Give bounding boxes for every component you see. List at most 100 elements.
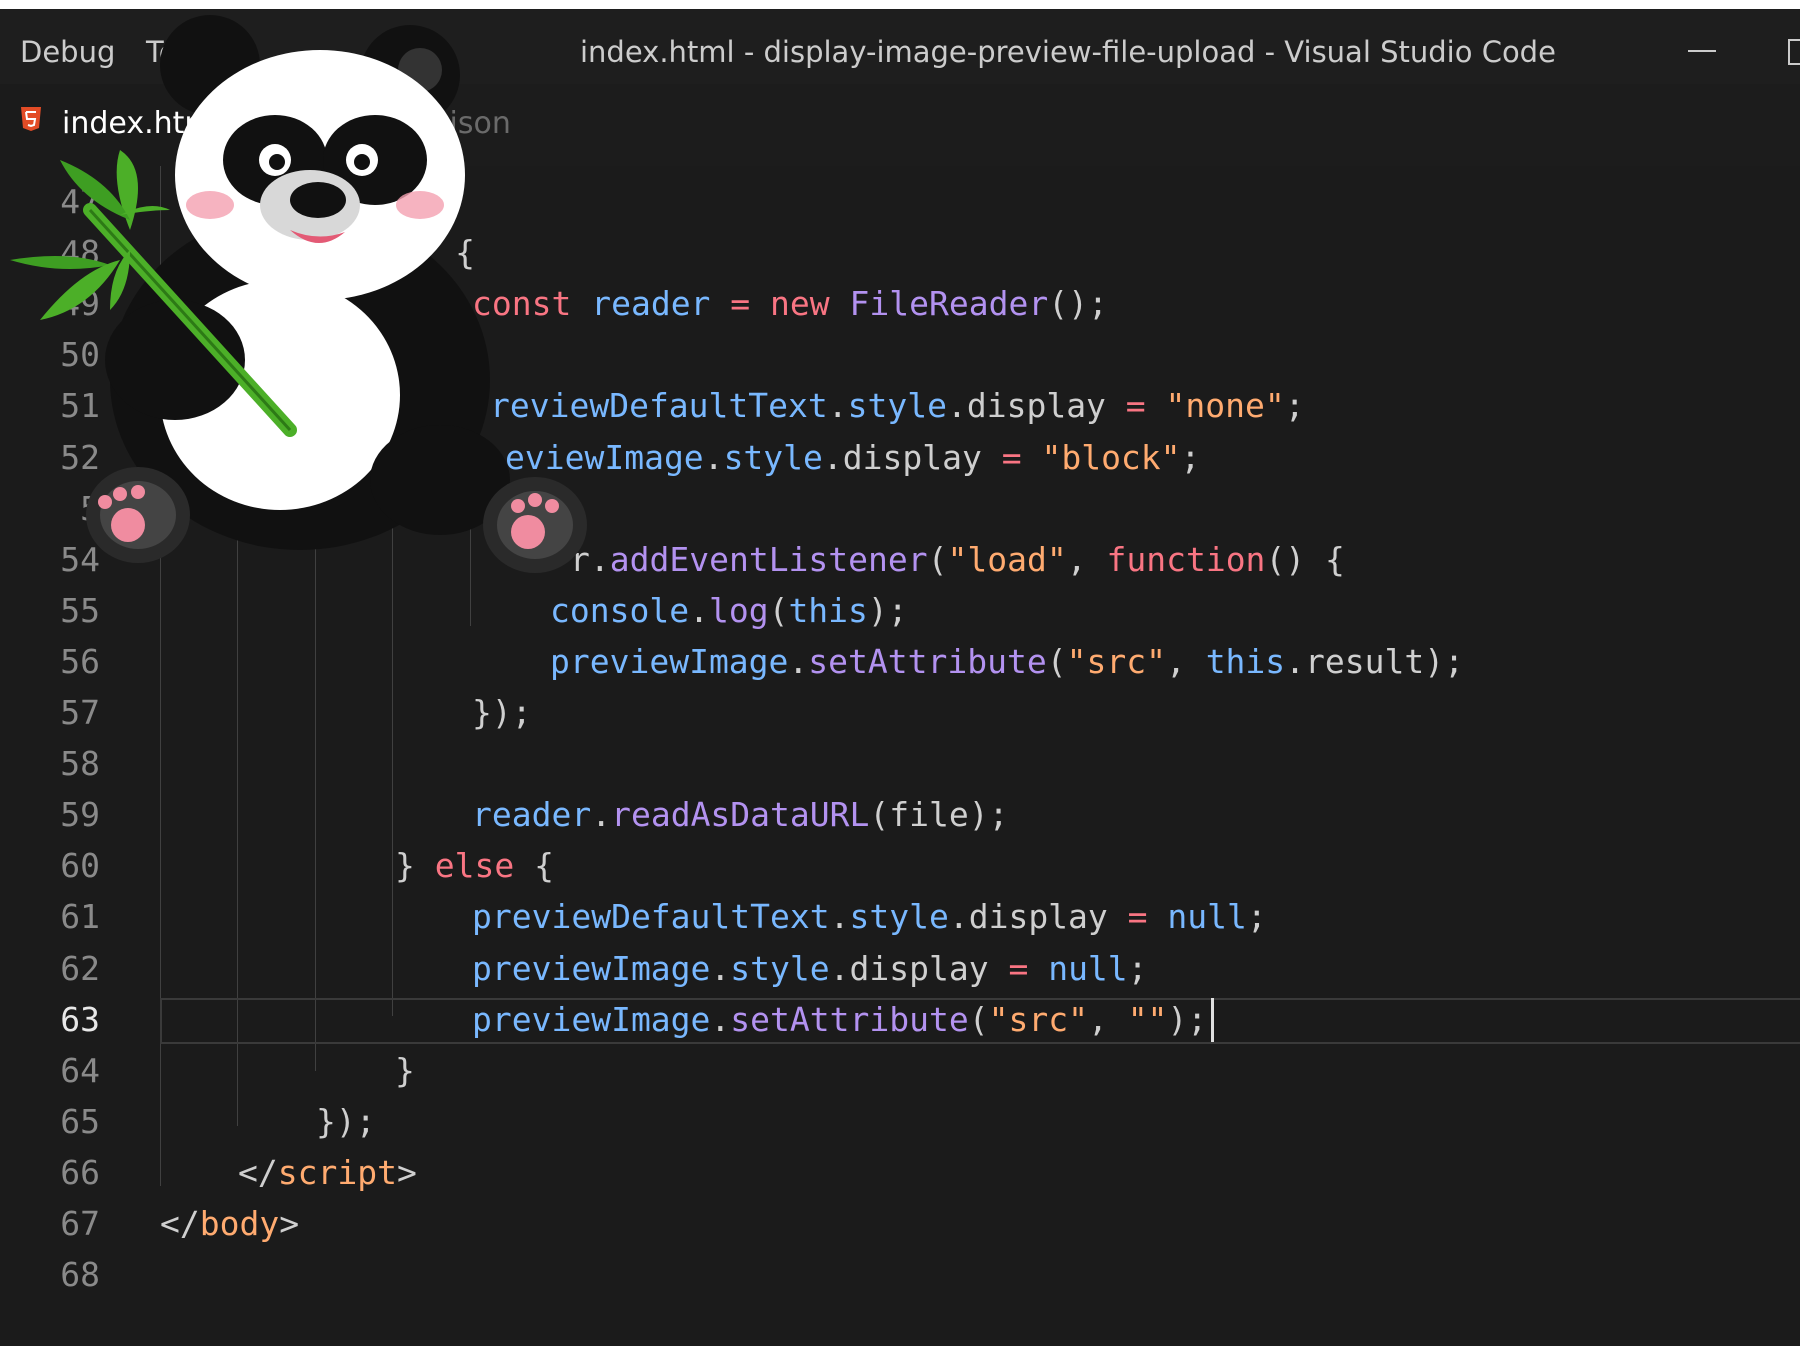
line-number: 66 (60, 1152, 100, 1192)
line-number: 68 (60, 1255, 100, 1295)
code-token: ; (1284, 386, 1305, 426)
code-token: "block" (1021, 437, 1181, 477)
code-token: body (199, 1204, 280, 1243)
code-token: this (1205, 641, 1286, 681)
code-token: }); (472, 693, 532, 732)
code-token: , (1087, 999, 1128, 1039)
line-number: 61 (60, 897, 100, 937)
code-token: . (710, 948, 731, 988)
code-token: . (703, 437, 724, 477)
code-token: style (723, 437, 823, 477)
code-token: , (1066, 539, 1107, 579)
code-token: ( (768, 590, 789, 630)
code-token: , (1165, 641, 1206, 681)
code-token: reader (591, 284, 711, 324)
code-token: previewImage (472, 999, 711, 1039)
screen-top-edge (0, 0, 1800, 9)
code-token: new (770, 284, 850, 324)
code-token: "none" (1145, 386, 1285, 426)
code-token: "src" (1066, 641, 1166, 681)
code-token: (file); (869, 795, 1009, 835)
code-token: } (395, 846, 435, 886)
code-token: > (279, 1204, 300, 1243)
code-token: = (1001, 437, 1022, 477)
code-token: .display (829, 948, 1009, 988)
code-token: } (395, 1050, 415, 1090)
code-token: .display (946, 386, 1126, 426)
code-line: } (395, 1045, 415, 1096)
code-token: .result); (1285, 641, 1464, 681)
code-token: function (1106, 539, 1266, 579)
code-token: ); (1167, 999, 1208, 1039)
code-token: "load" (947, 539, 1067, 579)
code-line: previewDefaultText.style.display = null; (472, 891, 1267, 942)
code-token: "src" (988, 999, 1088, 1039)
window-title: index.html - display-image-preview-file-… (580, 35, 1556, 69)
code-token: = (1125, 386, 1146, 426)
code-token: .display (822, 437, 1002, 477)
code-token: ; (1180, 437, 1201, 477)
minimize-button[interactable] (1688, 29, 1716, 73)
code-token: previewDefaultText (472, 897, 830, 937)
code-token: null (1147, 897, 1247, 937)
line-number: 57 (60, 693, 100, 732)
panda-mascot (10, 15, 587, 573)
code-token: = (1008, 948, 1029, 988)
code-token: previewImage (550, 641, 789, 681)
code-token: ); (867, 590, 908, 630)
code-token: readAsDataURL (611, 795, 870, 835)
line-number: 62 (60, 948, 100, 988)
line-number: 56 (60, 641, 100, 681)
code-line: reviewDefaultText.style.display = "none"… (490, 380, 1305, 431)
code-token: ; (1127, 948, 1148, 988)
code-line: }); (316, 1096, 376, 1147)
code-token: ( (1046, 641, 1067, 681)
code-token: = (710, 284, 771, 324)
code-token: . (710, 999, 731, 1039)
line-number: 67 (60, 1204, 100, 1243)
code-token: setAttribute (730, 999, 969, 1039)
code-token: . (689, 590, 709, 630)
code-token: . (788, 641, 809, 681)
code-token: > (396, 1152, 417, 1192)
code-line: previewImage.style.display = null; (472, 943, 1148, 994)
code-line: </script> (238, 1147, 417, 1198)
code-token: </ (160, 1204, 200, 1243)
code-line: } else { (395, 840, 554, 891)
code-token: this (788, 590, 868, 630)
code-token: script (277, 1152, 397, 1192)
code-line: }); (472, 687, 532, 738)
code-token: setAttribute (808, 641, 1047, 681)
code-token: reader (472, 795, 592, 835)
maximize-button[interactable] (1788, 39, 1800, 65)
code-token: ( (968, 999, 989, 1039)
code-token: log (708, 590, 769, 630)
code-token: FileReader (849, 284, 1049, 324)
code-line: previewImage.setAttribute("src", ""); (472, 994, 1207, 1045)
code-token: null (1028, 948, 1128, 988)
code-line: reader.readAsDataURL(file); (472, 789, 1008, 840)
code-token: .display (948, 897, 1128, 937)
line-number: 58 (60, 744, 100, 784)
line-number: 64 (60, 1050, 100, 1090)
code-line: console.log(this); (550, 585, 908, 636)
code-token: }); (316, 1101, 376, 1141)
code-line: </body> (160, 1198, 299, 1249)
code-line: previewImage.setAttribute("src", this.re… (550, 636, 1464, 687)
code-token: "" (1127, 999, 1168, 1039)
code-token: style (847, 386, 947, 426)
code-token: style (730, 948, 830, 988)
code-token: . (591, 795, 612, 835)
code-token: = (1127, 897, 1148, 937)
code-line: eviewImage.style.display = "block"; (505, 432, 1200, 483)
code-token: { (514, 846, 554, 886)
code-token: (); (1048, 284, 1108, 324)
code-token: style (849, 897, 949, 937)
text-cursor (1211, 997, 1215, 1042)
line-number: 65 (60, 1101, 100, 1141)
code-token: ; (1246, 897, 1267, 937)
line-number: 63 (60, 999, 100, 1039)
code-token: else (434, 846, 515, 886)
code-token: ( (927, 539, 948, 579)
line-number: 59 (60, 795, 100, 835)
